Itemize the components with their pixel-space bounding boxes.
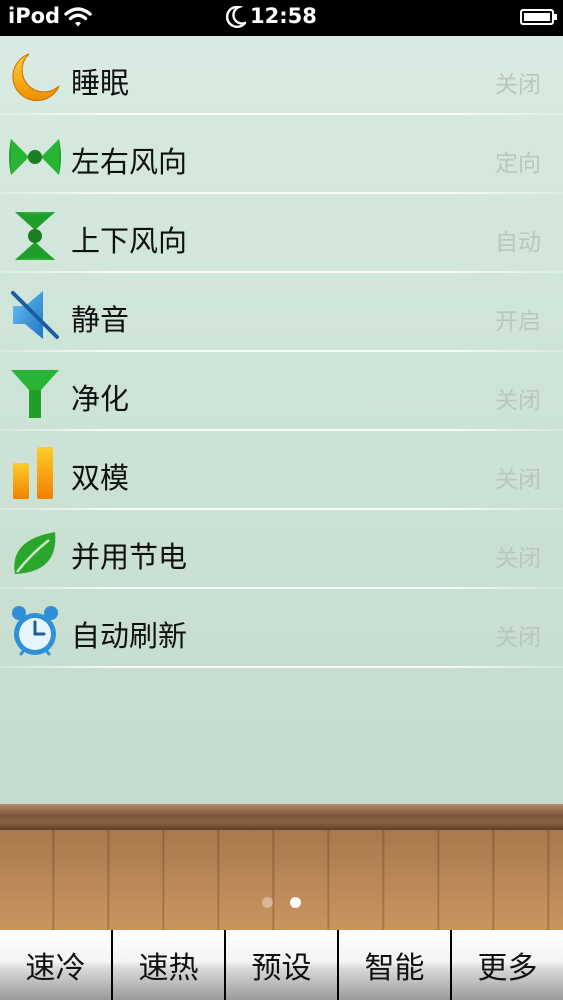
setting-label: 自动刷新 xyxy=(71,619,188,653)
do-not-disturb-moon-icon xyxy=(226,6,246,28)
tab-label: 速热 xyxy=(138,951,199,986)
setting-label: 睡眠 xyxy=(71,66,130,100)
setting-label: 并用节电 xyxy=(71,540,188,574)
setting-label: 静音 xyxy=(71,303,130,337)
setting-label: 净化 xyxy=(71,382,130,416)
tab-smart[interactable]: 智能 xyxy=(339,930,450,1000)
tab-label: 预设 xyxy=(251,951,312,986)
status-time: 12:58 xyxy=(250,4,317,28)
setting-value: 关闭 xyxy=(495,467,541,493)
page-dot-1[interactable] xyxy=(262,897,273,908)
carrier-label: iPod xyxy=(8,4,61,28)
mute-speaker-icon xyxy=(11,291,59,339)
page-indicator[interactable] xyxy=(0,897,563,909)
setting-row-auto-refresh[interactable]: 自动刷新 关闭 xyxy=(0,589,563,668)
setting-row-sleep[interactable]: 睡眠 关闭 xyxy=(0,36,563,115)
leaf-icon xyxy=(14,532,56,574)
setting-value: 关闭 xyxy=(495,72,541,98)
settings-panel: 睡眠 关闭 左右风向 定向 上下风向 自动 静音 开启 净化 关闭 双模 关闭 … xyxy=(0,36,563,806)
setting-label: 左右风向 xyxy=(71,145,188,179)
funnel-filter-icon xyxy=(11,370,59,418)
bars-icon xyxy=(13,447,53,499)
setting-row-mute[interactable]: 静音 开启 xyxy=(0,273,563,352)
setting-row-vertical-swing[interactable]: 上下风向 自动 xyxy=(0,194,563,273)
tab-label: 更多 xyxy=(477,951,538,986)
tab-quick-cool[interactable]: 速冷 xyxy=(0,930,111,1000)
setting-row-purify[interactable]: 净化 关闭 xyxy=(0,352,563,431)
setting-label: 上下风向 xyxy=(71,224,188,258)
tab-preset[interactable]: 预设 xyxy=(226,930,337,1000)
horizontal-swing-icon xyxy=(9,139,61,175)
tab-label: 速冷 xyxy=(25,951,86,986)
baseboard xyxy=(0,804,563,830)
setting-value: 关闭 xyxy=(495,388,541,414)
settings-list: 睡眠 关闭 左右风向 定向 上下风向 自动 静音 开启 净化 关闭 双模 关闭 … xyxy=(0,36,563,668)
page-dot-2-active[interactable] xyxy=(290,897,301,908)
setting-value: 开启 xyxy=(495,309,541,335)
setting-row-horizontal-swing[interactable]: 左右风向 定向 xyxy=(0,115,563,194)
setting-row-power-saving[interactable]: 并用节电 关闭 xyxy=(0,510,563,589)
tab-label: 智能 xyxy=(364,951,425,986)
setting-row-dual-mode[interactable]: 双模 关闭 xyxy=(0,431,563,510)
setting-value: 定向 xyxy=(495,151,541,177)
tab-bar: 速冷 速热 预设 智能 更多 xyxy=(0,930,563,1000)
wifi-icon xyxy=(64,7,92,27)
status-bar: iPod 12:58 xyxy=(0,0,563,36)
row-divider xyxy=(0,666,563,668)
setting-value: 关闭 xyxy=(495,546,541,572)
tab-quick-heat[interactable]: 速热 xyxy=(113,930,224,1000)
moon-icon xyxy=(12,53,60,102)
setting-value: 关闭 xyxy=(495,625,541,651)
wood-floor xyxy=(0,830,563,930)
battery-icon xyxy=(520,9,557,25)
setting-label: 双模 xyxy=(71,461,130,495)
vertical-swing-icon xyxy=(15,212,55,260)
setting-value: 自动 xyxy=(495,230,541,256)
alarm-clock-icon xyxy=(12,606,58,656)
tab-more[interactable]: 更多 xyxy=(452,930,563,1000)
